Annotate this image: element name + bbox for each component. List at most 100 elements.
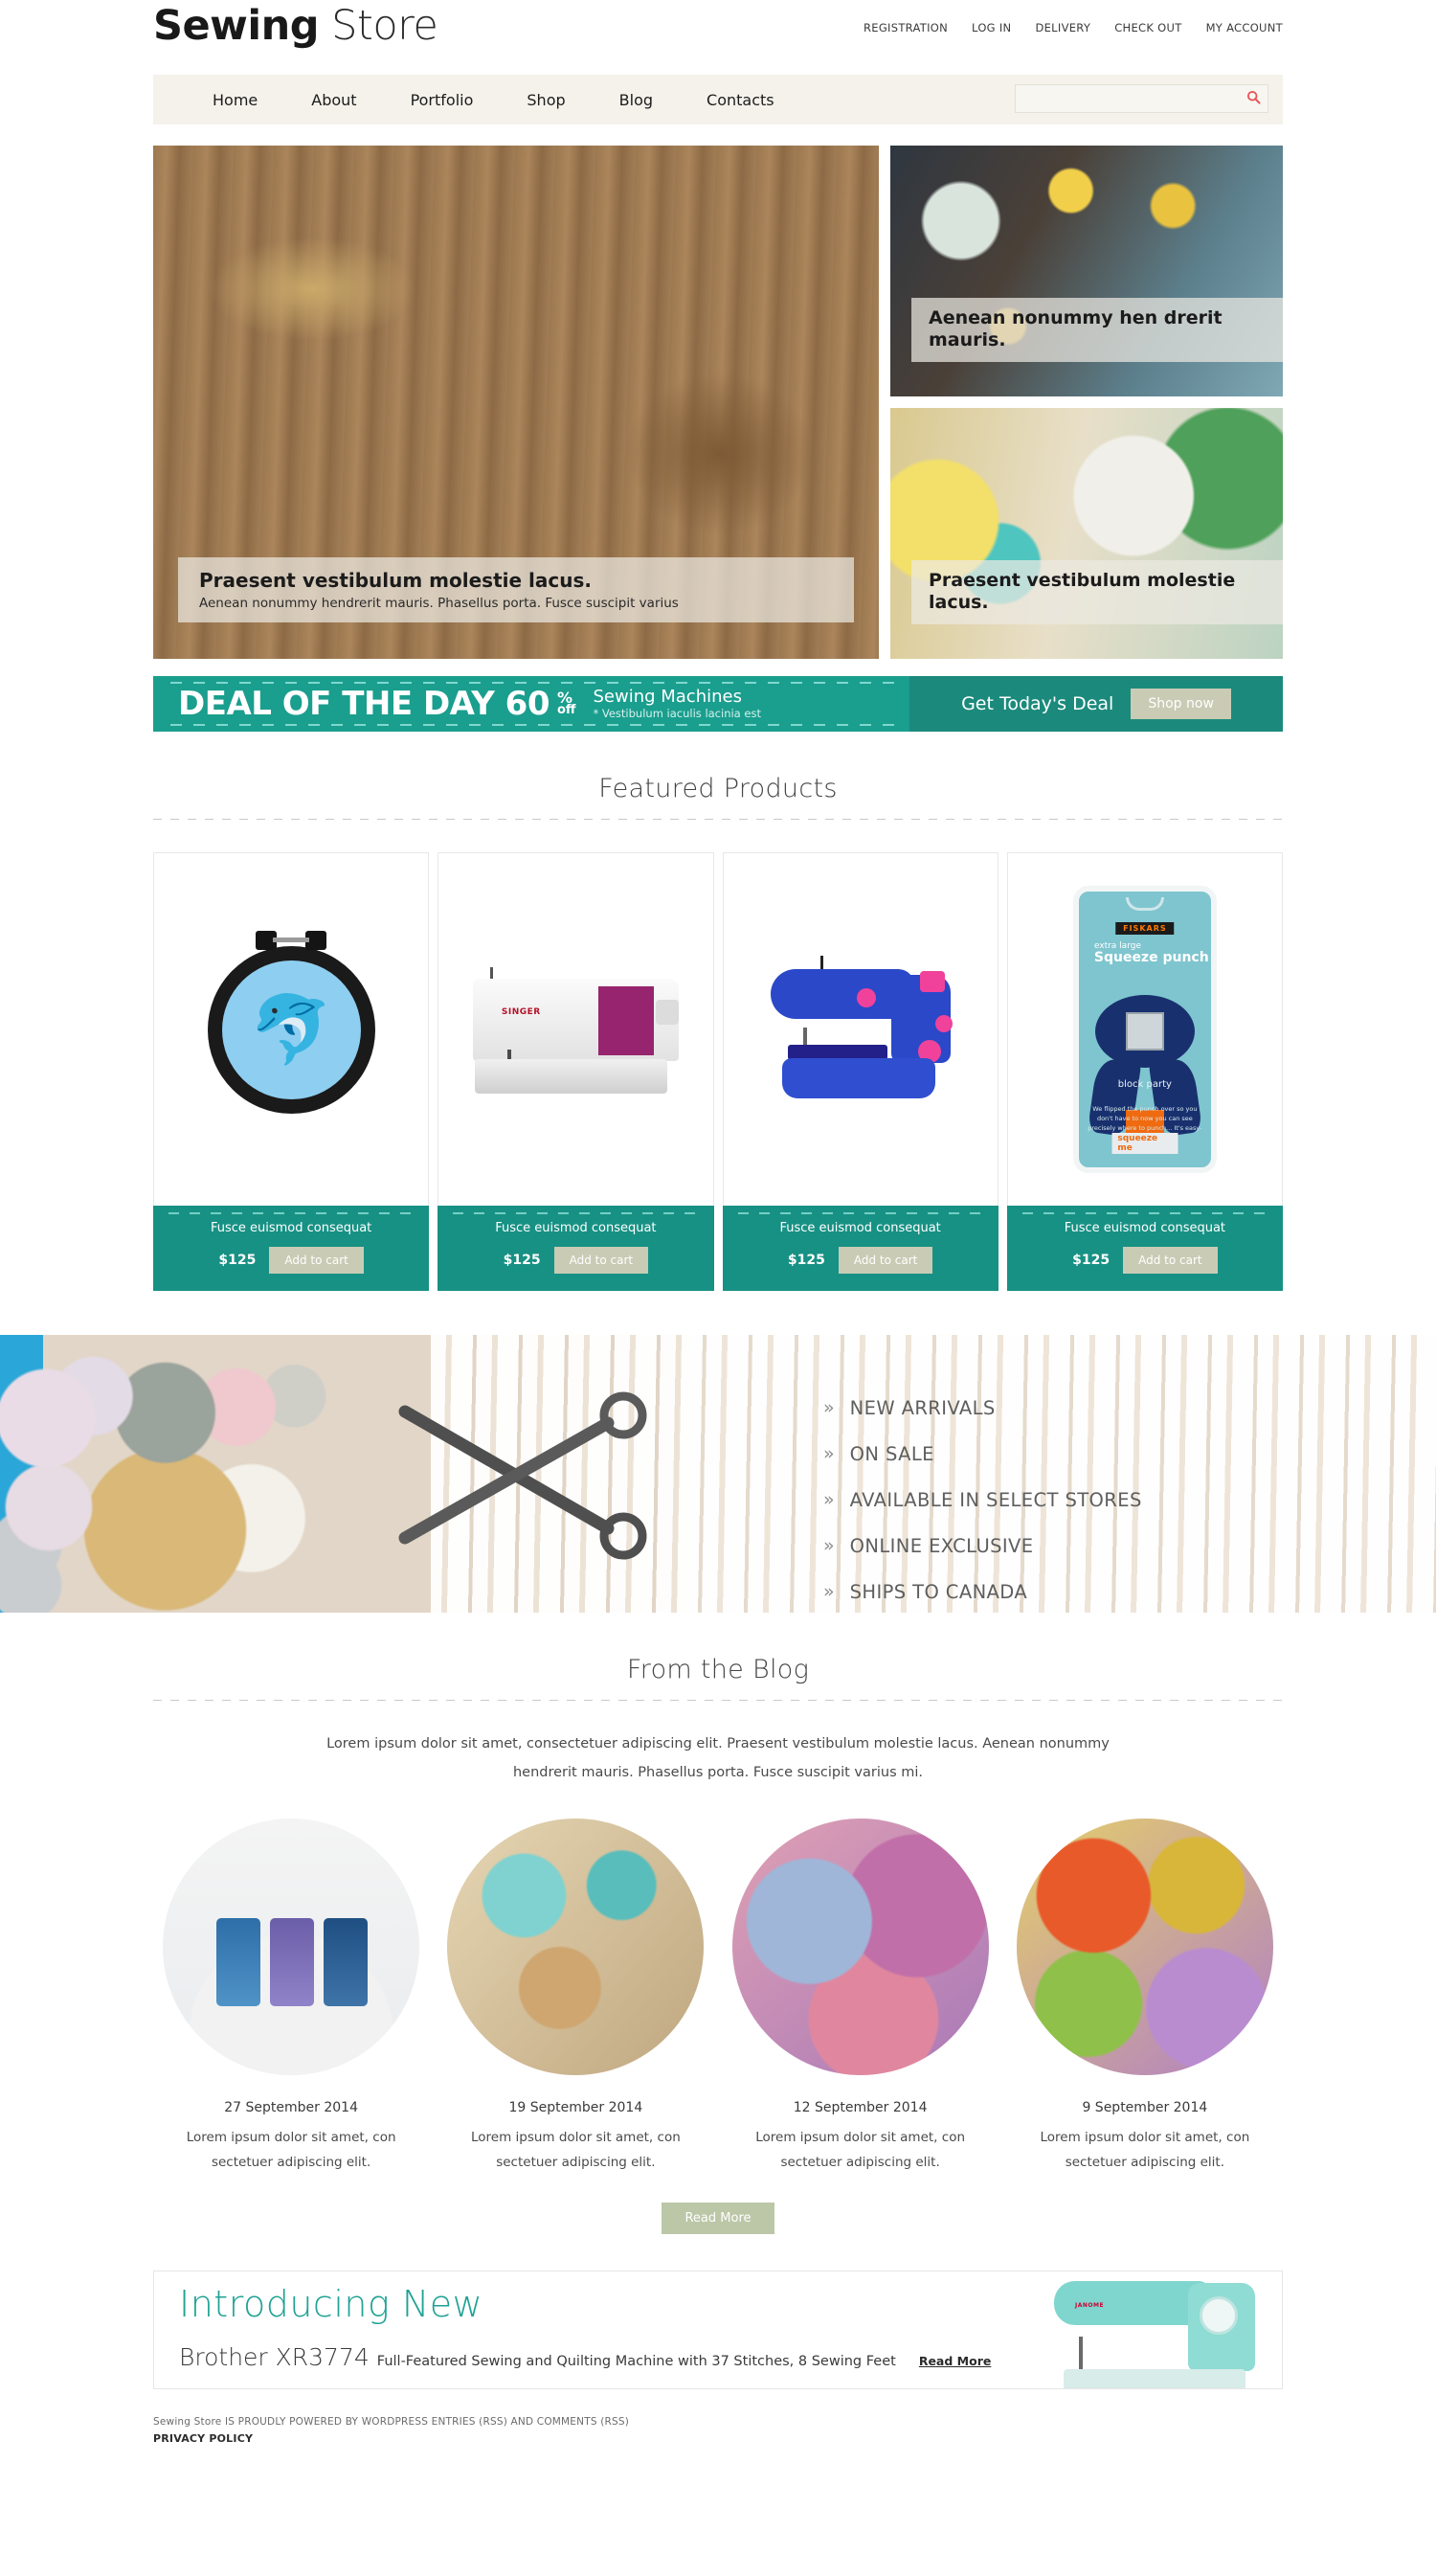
chevron-right-icon: » bbox=[823, 1443, 835, 1464]
hero-side-column: Aenean nonummy hen drerit mauris. Praese… bbox=[890, 146, 1283, 659]
blog-post[interactable]: 27 September 2014 Lorem ipsum dolor sit … bbox=[153, 1818, 429, 2176]
chevron-right-icon: » bbox=[823, 1397, 835, 1418]
top-link-my-account[interactable]: MY ACCOUNT bbox=[1206, 21, 1283, 34]
blog-thumbnail-colored-yarn[interactable] bbox=[1016, 1818, 1273, 2075]
category-label: AVAILABLE IN SELECT STORES bbox=[849, 1488, 1142, 1511]
top-link-delivery[interactable]: DELIVERY bbox=[1035, 21, 1090, 34]
promo-heading: Introducing New bbox=[179, 2282, 483, 2325]
product-price: $125 bbox=[503, 1253, 541, 1268]
category-item-new-arrivals[interactable]: » NEW ARRIVALS bbox=[823, 1385, 1142, 1431]
product-price: $125 bbox=[1072, 1253, 1111, 1268]
blog-read-more-button[interactable]: Read More bbox=[662, 2202, 774, 2234]
punch-product-label: Squeeze punch bbox=[1093, 950, 1209, 965]
search-button[interactable] bbox=[1239, 85, 1268, 112]
category-item-on-sale[interactable]: » ON SALE bbox=[823, 1431, 1142, 1477]
dolphin-icon: 🐬 bbox=[249, 989, 333, 1069]
nav-item-blog[interactable]: Blog bbox=[593, 91, 680, 109]
logo-light-part: Store bbox=[319, 2, 438, 50]
blue-mini-sewing-machine-icon bbox=[765, 955, 956, 1104]
main-nav-links: Home About Portfolio Shop Blog Contacts bbox=[153, 91, 801, 109]
promo-banner-wrap: Introducing New Brother XR3774 Full-Feat… bbox=[153, 2270, 1283, 2389]
product-name: Fusce euismod consequat bbox=[210, 1221, 372, 1235]
footer-privacy-link[interactable]: PRIVACY POLICY bbox=[153, 2432, 1283, 2445]
search-input[interactable] bbox=[1016, 85, 1239, 112]
search-box[interactable] bbox=[1015, 84, 1268, 113]
promo-read-more-link[interactable]: Read More bbox=[919, 2354, 992, 2368]
top-link-login[interactable]: LOG IN bbox=[972, 21, 1011, 34]
category-label: NEW ARRIVALS bbox=[849, 1396, 996, 1419]
blog-post-excerpt: Lorem ipsum dolor sit amet, con sectetue… bbox=[186, 2129, 396, 2171]
nav-item-portfolio[interactable]: Portfolio bbox=[384, 91, 501, 109]
product-name: Fusce euismod consequat bbox=[495, 1221, 657, 1235]
deal-title: DEAL OF THE DAY 60 bbox=[178, 685, 550, 723]
add-to-cart-button[interactable]: Add to cart bbox=[838, 1247, 933, 1274]
product-price: $125 bbox=[218, 1253, 257, 1268]
blog-thumbnail-craft-supplies[interactable] bbox=[447, 1818, 705, 2075]
hero-slide-side-bottom[interactable]: Praesent vestibulum molestie lacus. bbox=[890, 408, 1283, 659]
hero-main-title: Praesent vestibulum molestie lacus. bbox=[199, 569, 592, 592]
blog-post-date: 27 September 2014 bbox=[224, 2099, 358, 2115]
add-to-cart-button[interactable]: Add to cart bbox=[1123, 1247, 1218, 1274]
nav-item-contacts[interactable]: Contacts bbox=[680, 91, 801, 109]
footer-credit: Sewing Store IS PROUDLY POWERED BY WORDP… bbox=[153, 2415, 630, 2428]
add-to-cart-button[interactable]: Add to cart bbox=[269, 1247, 364, 1274]
nav-item-shop[interactable]: Shop bbox=[500, 91, 592, 109]
punch-pattern-label: block party bbox=[1117, 1079, 1172, 1090]
punch-disc bbox=[1094, 995, 1195, 1068]
blog-intro-text: Lorem ipsum dolor sit amet, consectetuer… bbox=[326, 1736, 1110, 1781]
deal-left-panel: DEAL OF THE DAY 60 % off Sewing Machines… bbox=[153, 676, 909, 732]
hero-main-caption: Praesent vestibulum molestie lacus. Aene… bbox=[178, 557, 854, 622]
product-card[interactable]: Fusce euismod consequat $125 Add to cart bbox=[722, 852, 998, 1291]
blog-post-date: 9 September 2014 bbox=[1082, 2099, 1208, 2115]
product-footer: Fusce euismod consequat $125 Add to cart bbox=[1006, 1206, 1283, 1291]
blog-post[interactable]: 9 September 2014 Lorem ipsum dolor sit a… bbox=[1007, 1818, 1283, 2176]
top-link-registration[interactable]: REGISTRATION bbox=[864, 21, 948, 34]
logo-bold-part: Sewing bbox=[153, 2, 320, 50]
hero-slide-side-top[interactable]: Aenean nonummy hen drerit mauris. bbox=[890, 146, 1283, 396]
site-logo[interactable]: Sewing Store bbox=[153, 6, 438, 47]
product-card[interactable]: 🐬 Fusce euismod consequat $125 Add to ca… bbox=[153, 852, 430, 1291]
deal-product-name: Sewing Machines bbox=[593, 687, 742, 708]
product-card[interactable]: FISKARS extra large Squeeze punch block … bbox=[1006, 852, 1283, 1291]
category-item-ships-to-canada[interactable]: » SHIPS TO CANADA bbox=[823, 1569, 1142, 1613]
blog-posts-grid: 27 September 2014 Lorem ipsum dolor sit … bbox=[153, 1818, 1283, 2176]
deal-right-panel: Get Today's Deal Shop now bbox=[909, 676, 1283, 732]
top-link-checkout[interactable]: CHECK OUT bbox=[1114, 21, 1181, 34]
deal-of-the-day-banner: DEAL OF THE DAY 60 % off Sewing Machines… bbox=[153, 676, 1283, 732]
hero-slide-main[interactable]: Praesent vestibulum molestie lacus. Aene… bbox=[153, 146, 879, 659]
search-icon bbox=[1246, 90, 1261, 107]
hero-side-bottom-caption: Praesent vestibulum molestie lacus. bbox=[911, 559, 1283, 624]
nav-item-home[interactable]: Home bbox=[186, 91, 284, 109]
chevron-right-icon: » bbox=[823, 1489, 835, 1510]
nav-item-about[interactable]: About bbox=[284, 91, 383, 109]
blog-thumbnail-yarn-balls[interactable] bbox=[731, 1818, 989, 2075]
product-card[interactable]: SINGER Fusce euismod consequat $125 Add … bbox=[438, 852, 714, 1291]
deal-note: * Vestibulum iaculis lacinia est bbox=[593, 706, 761, 720]
blog-divider bbox=[153, 1700, 1283, 1701]
product-price: $125 bbox=[787, 1253, 825, 1268]
promo-banner[interactable]: Introducing New Brother XR3774 Full-Feat… bbox=[153, 2270, 1283, 2389]
blog-thumbnail-thread-spools[interactable] bbox=[163, 1818, 420, 2075]
hero-side-top-caption: Aenean nonummy hen drerit mauris. bbox=[911, 297, 1283, 362]
product-image-squeeze-punch: FISKARS extra large Squeeze punch block … bbox=[1008, 853, 1282, 1206]
category-banner: » NEW ARRIVALS » ON SALE » AVAILABLE IN … bbox=[0, 1335, 1436, 1613]
category-item-online-exclusive[interactable]: » ONLINE EXCLUSIVE bbox=[823, 1523, 1142, 1569]
add-to-cart-button[interactable]: Add to cart bbox=[553, 1247, 649, 1274]
featured-products-wrap: Featured Products 🐬 Fusce euismod conseq… bbox=[153, 774, 1283, 1291]
top-utility-links: REGISTRATION LOG IN DELIVERY CHECK OUT M… bbox=[864, 21, 1283, 34]
promo-model: Brother XR3774 bbox=[179, 2342, 370, 2371]
footer-wrap: Sewing Store IS PROUDLY POWERED BY WORDP… bbox=[153, 2416, 1283, 2468]
product-name: Fusce euismod consequat bbox=[779, 1221, 941, 1235]
blog-post[interactable]: 12 September 2014 Lorem ipsum dolor sit … bbox=[723, 1818, 998, 2176]
category-list: » NEW ARRIVALS » ON SALE » AVAILABLE IN … bbox=[823, 1385, 1142, 1613]
hero-slider: Praesent vestibulum molestie lacus. Aene… bbox=[153, 146, 1283, 659]
category-label: SHIPS TO CANADA bbox=[849, 1580, 1028, 1603]
shop-now-button[interactable]: Shop now bbox=[1131, 689, 1231, 719]
blog-read-more-wrap: Read More bbox=[153, 2202, 1283, 2234]
blog-post[interactable]: 19 September 2014 Lorem ipsum dolor sit … bbox=[438, 1818, 713, 2176]
chevron-right-icon: » bbox=[823, 1581, 835, 1602]
category-item-select-stores[interactable]: » AVAILABLE IN SELECT STORES bbox=[823, 1477, 1142, 1523]
chevron-right-icon: » bbox=[823, 1535, 835, 1556]
product-image-singer-machine: SINGER bbox=[438, 853, 712, 1206]
deal-off-label: off bbox=[557, 703, 576, 718]
